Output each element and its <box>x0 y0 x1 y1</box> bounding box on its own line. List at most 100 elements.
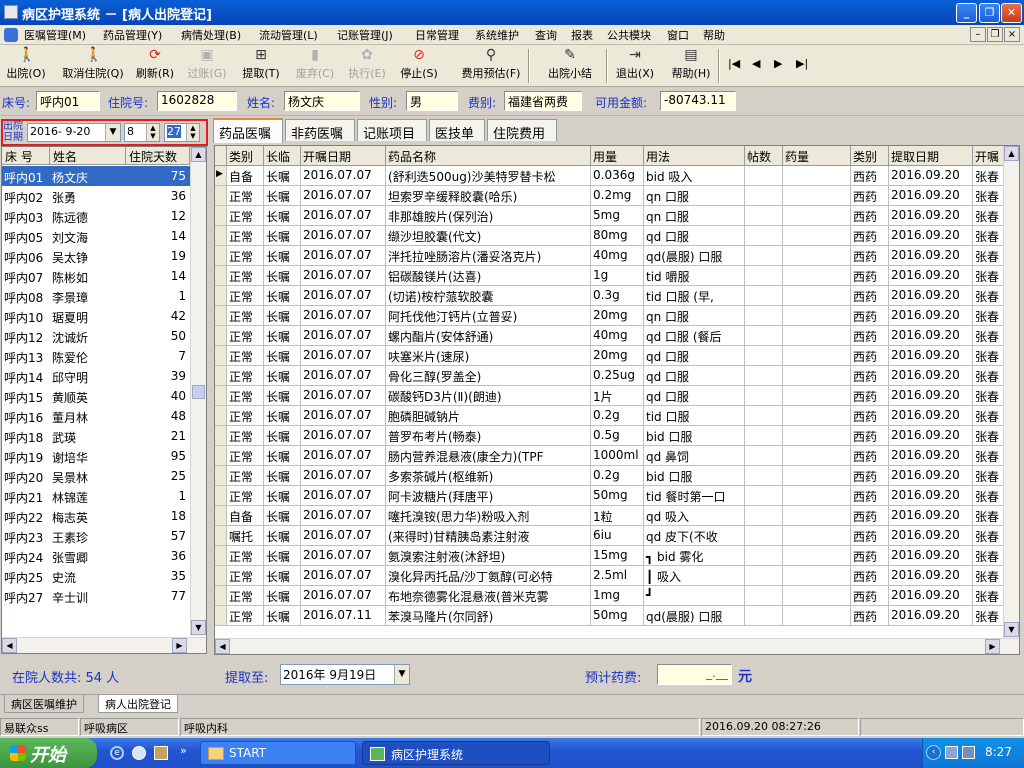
table-row[interactable]: 自备 长嘱 2016.07.07 噻托溴铵(思力华)粉吸入剂 1粒 qd 吸入 西药 2016… <box>215 506 1005 526</box>
patient-row[interactable]: 呼内18 武瑛 21 <box>2 426 190 446</box>
table-row[interactable]: 正常 长嘱 2016.07.07 泮托拉唑肠溶片(潘妥洛克片) 40mg qd(晨服) 口… <box>215 246 1005 266</box>
patient-row[interactable]: 呼内10 琚夏明 42 <box>2 306 190 326</box>
patient-list-hscrollbar[interactable]: ◀ ▶ <box>2 637 206 653</box>
patient-row[interactable]: 呼内22 梅志英 18 <box>2 506 190 526</box>
toolbar-button-6[interactable]: ✿ 执行(E) <box>346 47 388 85</box>
patient-row[interactable]: 呼内16 董月林 48 <box>2 406 190 426</box>
tab-3[interactable]: 医技单 <box>429 119 485 142</box>
table-row[interactable]: 正常 长嘱 2016.07.07 溴化异丙托品/沙丁氨醇(可必特 2.5ml ┃ 吸入 西药… <box>215 566 1005 586</box>
grid-hscrollbar[interactable]: ◀ ▶ <box>215 638 1019 654</box>
toolbar-button-7[interactable]: ⊘ 停止(S) <box>398 47 440 85</box>
scroll-right-icon[interactable]: ▶ <box>985 639 1000 654</box>
table-row[interactable]: 正常 长嘱 2016.07.07 普罗布考片(畅泰) 0.5g bid 口服 西药 2016.… <box>215 426 1005 446</box>
balance-field[interactable]: -80743.11 <box>660 91 736 111</box>
toolbar-button-2[interactable]: ⟳ 刷新(R) <box>134 47 176 85</box>
patient-row[interactable]: 呼内20 吴景林 25 <box>2 466 190 486</box>
menu-report[interactable]: 报表 <box>571 27 593 43</box>
taskbar-item-app[interactable]: 病区护理系统 <box>362 741 550 765</box>
tab-1[interactable]: 非药医嘱 <box>285 119 355 142</box>
sheet-tab-discharge[interactable]: 病人出院登记 <box>98 695 178 713</box>
first-record-icon[interactable]: |◀ <box>728 57 740 70</box>
menu-query[interactable]: 查询 <box>535 27 557 43</box>
patient-list-column-header[interactable]: 床 号 <box>2 147 50 165</box>
table-row[interactable]: 正常 长嘱 2016.07.07 布地奈德雾化混悬液(普米克雾 1mg ┛ 西药 2016.0… <box>215 586 1005 606</box>
patient-list-vscrollbar[interactable]: ▲ ▼ <box>190 147 206 636</box>
spinner-arrows-icon[interactable]: ▲ ▼ <box>186 124 199 141</box>
table-row[interactable]: 正常 长嘱 2016.07.07 胞磷胆碱钠片 0.2g tid 口服 西药 2016.09.… <box>215 406 1005 426</box>
admission-field[interactable]: 1602828 <box>157 91 237 111</box>
grid-column-header[interactable]: 提取日期 <box>889 146 973 166</box>
scroll-up-icon[interactable]: ▲ <box>1004 146 1019 161</box>
grid-column-header[interactable]: 药量 <box>783 146 851 166</box>
table-row[interactable]: 嘱托 长嘱 2016.07.07 (来得时)甘精胰岛素注射液 6iu qd 皮下(不收 西药… <box>215 526 1005 546</box>
toolbar-button-1[interactable]: 🚶 取消住院(Q) <box>58 47 128 85</box>
tray-expand-icon[interactable]: ‹ <box>926 745 941 760</box>
scroll-down-icon[interactable]: ▼ <box>1004 622 1019 637</box>
grid-column-header[interactable]: 类别 <box>227 146 264 166</box>
mdi-restore-button[interactable]: ❐ <box>987 27 1003 42</box>
patient-row[interactable]: 呼内01 杨文庆 75 <box>2 166 190 186</box>
table-row[interactable]: 正常 长嘱 2016.07.07 阿托伐他汀钙片(立普妥) 20mg qn 口服 西药 201… <box>215 306 1005 326</box>
discharge-minute-spinner[interactable]: 27 ▲ ▼ <box>164 123 200 142</box>
table-row[interactable]: 正常 长嘱 2016.07.07 骨化三醇(罗盖全) 0.25ug qd 口服 西药 2016… <box>215 366 1005 386</box>
bed-field[interactable]: 呼内01 <box>36 91 100 111</box>
scroll-up-icon[interactable]: ▲ <box>191 147 206 162</box>
spinner-arrows-icon[interactable]: ▲ ▼ <box>146 124 159 141</box>
tab-0[interactable]: 药品医嘱 <box>213 118 283 143</box>
patient-row[interactable]: 呼内13 陈爱伦 7 <box>2 346 190 366</box>
patient-row[interactable]: 呼内12 沈诚炘 50 <box>2 326 190 346</box>
grid-vscrollbar[interactable]: ▲ ▼ <box>1003 146 1019 638</box>
table-row[interactable]: 正常 长嘱 2016.07.07 缬沙坦胶囊(代文) 80mg qd 口服 西药 2016.0… <box>215 226 1005 246</box>
title-bar[interactable]: 病区护理系统 － [病人出院登记] _ ❐ ✕ <box>0 0 1024 25</box>
mdi-minimize-button[interactable]: – <box>970 27 986 42</box>
grid-column-header[interactable]: 用法 <box>644 146 745 166</box>
start-button[interactable]: 开始 <box>0 738 97 768</box>
patient-list-column-header[interactable]: 姓名 <box>50 147 126 165</box>
scroll-left-icon[interactable]: ◀ <box>215 639 230 654</box>
menu-orders[interactable]: 医嘱管理(M) <box>24 27 86 43</box>
expand-chevron-icon[interactable]: » <box>180 744 187 757</box>
patient-row[interactable]: 呼内21 林锦莲 1 <box>2 486 190 506</box>
table-row[interactable]: 正常 长嘱 2016.07.11 苯溴马隆片(尔同舒) 50mg qd(晨服) 口服 西药 2… <box>215 606 1005 626</box>
menu-public[interactable]: 公共模块 <box>607 27 651 43</box>
menu-window[interactable]: 窗口 <box>667 27 689 43</box>
table-row[interactable]: 正常 长嘱 2016.07.07 非那雄胺片(保列治) 5mg qn 口服 西药 2016.0… <box>215 206 1005 226</box>
patient-row[interactable]: 呼内24 张雪卿 36 <box>2 546 190 566</box>
prev-record-icon[interactable]: ◀ <box>752 57 760 70</box>
table-row[interactable]: 正常 长嘱 2016.07.07 氨溴索注射液(沐舒坦) 15mg ┓ bid 雾化 西药 2… <box>215 546 1005 566</box>
table-row[interactable]: 正常 长嘱 2016.07.07 呋塞米片(速尿) 20mg qd 口服 西药 2016.09… <box>215 346 1005 366</box>
grid-column-header[interactable]: 开嘱 <box>973 146 1005 166</box>
ie-icon[interactable]: e <box>110 746 124 760</box>
network-icon[interactable] <box>945 746 958 759</box>
chevron-down-icon[interactable]: ▼ <box>105 124 120 141</box>
table-row[interactable]: 正常 长嘱 2016.07.07 铝碳酸镁片(达喜) 1g tid 嚼服 西药 2016.09… <box>215 266 1005 286</box>
taskbar-item-start[interactable]: START <box>200 741 356 765</box>
discharge-hour-spinner[interactable]: 8 ▲ ▼ <box>124 123 160 142</box>
menu-system[interactable]: 系统维护 <box>475 27 519 43</box>
tab-4[interactable]: 住院费用 <box>487 119 557 142</box>
table-row[interactable]: 正常 长嘱 2016.07.07 多索茶碱片(枢维新) 0.2g bid 口服 西药 2016… <box>215 466 1005 486</box>
patient-list-column-header[interactable]: 住院天数 <box>126 147 190 165</box>
toolbar-button-4[interactable]: ⊞ 提取(T) <box>240 47 282 85</box>
grid-column-header[interactable]: 用量 <box>591 146 644 166</box>
toolbar-button-11[interactable]: ▤ 帮助(H) <box>668 47 714 85</box>
patient-row[interactable]: 呼内19 谢培华 95 <box>2 446 190 466</box>
patient-row[interactable]: 呼内05 刘文海 14 <box>2 226 190 246</box>
quicklaunch-icon[interactable] <box>132 746 146 760</box>
toolbar-button-10[interactable]: ⇥ 退出(X) <box>614 47 656 85</box>
patient-row[interactable]: 呼内25 史流 35 <box>2 566 190 586</box>
minimize-button[interactable]: _ <box>956 3 977 23</box>
scroll-down-icon[interactable]: ▼ <box>191 620 206 635</box>
tab-2[interactable]: 记账项目 <box>357 119 427 142</box>
patient-row[interactable]: 呼内15 黄顺英 40 <box>2 386 190 406</box>
toolbar-button-9[interactable]: ✎ 出院小结 <box>542 47 598 85</box>
table-row[interactable]: 正常 长嘱 2016.07.07 肠内营养混悬液(康全力)(TPF 1000ml qd 鼻… <box>215 446 1005 466</box>
desktop-icon[interactable] <box>154 746 168 760</box>
table-row[interactable]: ▶ 自备 长嘱 2016.07.07 (舒利迭500ug)沙美特罗替卡松 0.036g bi… <box>215 166 1005 186</box>
toolbar-button-8[interactable]: ⚲ 费用预估(F) <box>454 47 528 85</box>
menu-drugs[interactable]: 药品管理(Y) <box>103 27 162 43</box>
menu-billing[interactable]: 记账管理(J) <box>337 27 393 43</box>
last-record-icon[interactable]: ▶| <box>796 57 808 70</box>
scroll-thumb[interactable] <box>192 385 205 399</box>
grid-column-header[interactable]: 帖数 <box>745 146 783 166</box>
